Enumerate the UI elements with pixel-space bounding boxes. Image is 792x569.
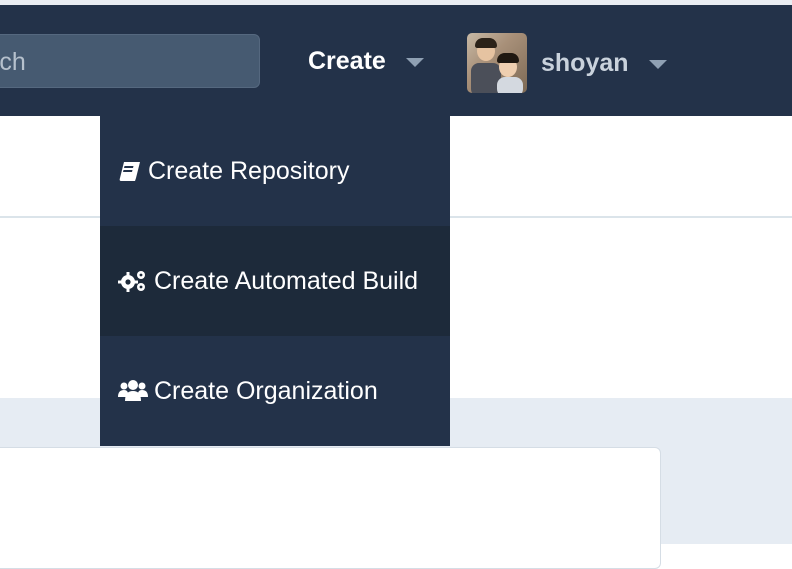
- search-input[interactable]: rch: [0, 34, 260, 88]
- chevron-down-icon: [405, 58, 424, 67]
- menu-item-create-automated-build[interactable]: Create Automated Build: [100, 226, 450, 336]
- username: shoyan: [541, 48, 629, 77]
- user-menu-toggle[interactable]: shoyan: [467, 33, 667, 93]
- users-icon: [118, 379, 148, 403]
- top-navbar: rch Create shoyan: [0, 5, 792, 116]
- menu-item-create-organization[interactable]: Create Organization: [100, 336, 450, 446]
- menu-item-label: Create Automated Build: [154, 266, 419, 295]
- chevron-down-icon: [648, 60, 667, 69]
- gears-icon: [118, 269, 148, 293]
- content-card: [0, 447, 661, 569]
- menu-item-label: Create Repository: [148, 156, 350, 185]
- search-input-text: rch: [0, 48, 26, 76]
- create-menu-toggle[interactable]: Create: [308, 41, 424, 81]
- avatar: [467, 33, 527, 93]
- menu-item-create-repository[interactable]: Create Repository: [100, 116, 450, 226]
- menu-item-label: Create Organization: [154, 376, 378, 405]
- create-dropdown-menu: Create Repository Create Automated Build: [100, 116, 450, 446]
- create-label: Create: [308, 46, 386, 75]
- book-icon: [118, 160, 142, 182]
